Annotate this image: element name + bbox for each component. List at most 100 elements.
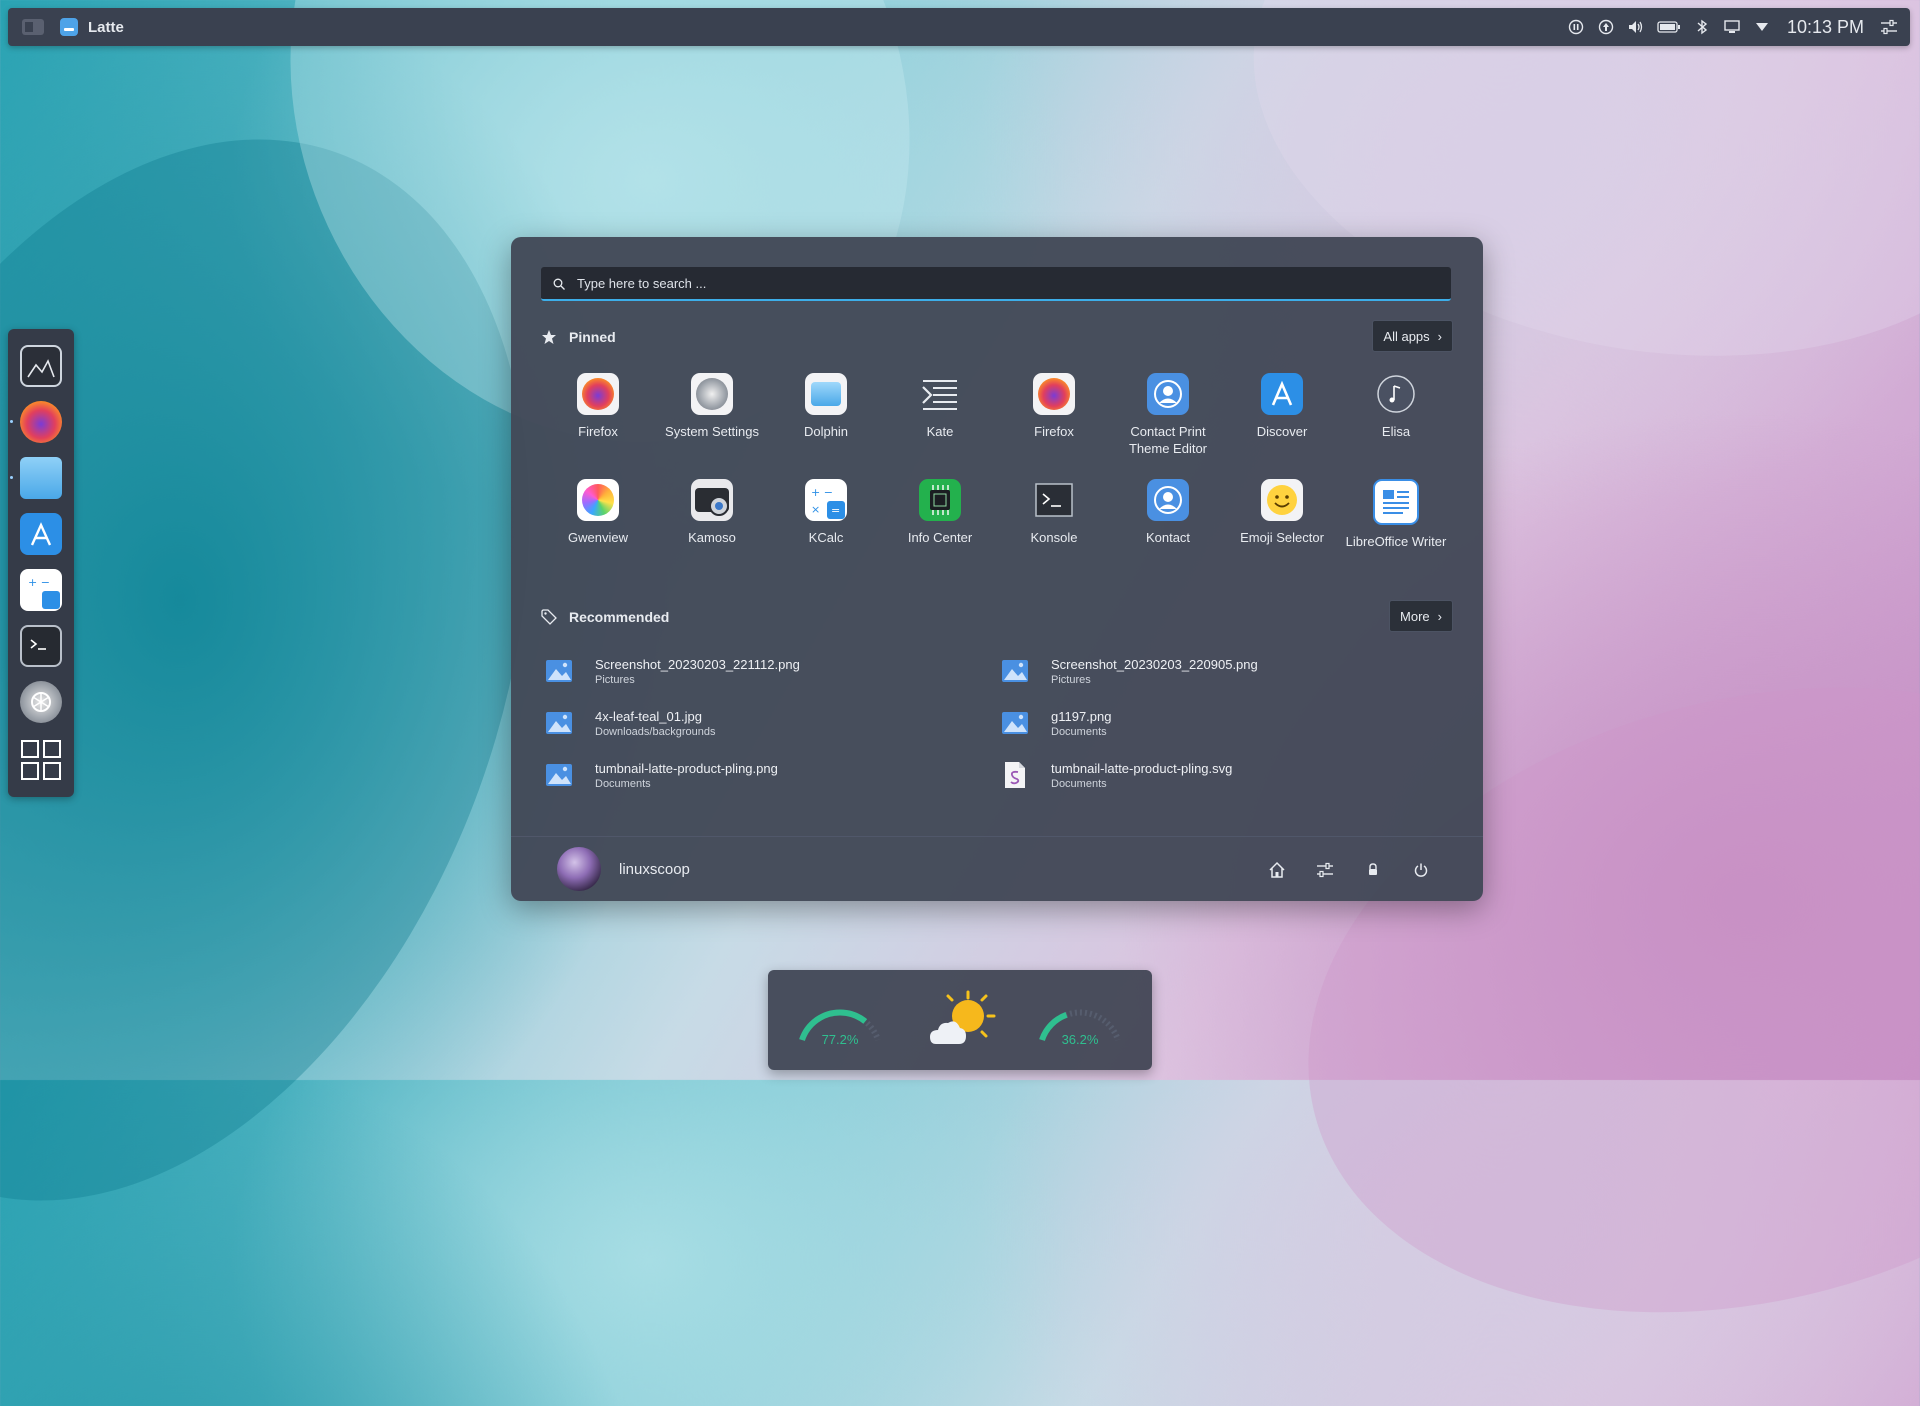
pinned-app-firefox[interactable]: Firefox <box>541 373 655 440</box>
app-label: System Settings <box>665 424 759 439</box>
pinned-app-libreoffice-writer[interactable]: LibreOffice Writer <box>1339 479 1453 550</box>
pinned-app-discover[interactable]: Discover <box>1225 373 1339 440</box>
ram-value: 36.2% <box>1061 1032 1099 1047</box>
pinned-app-emoji-selector[interactable]: Emoji Selector <box>1225 479 1339 546</box>
dock-konsole-icon[interactable] <box>20 625 62 667</box>
dock-firefox-icon[interactable] <box>20 401 62 443</box>
pinned-app-dolphin[interactable]: Dolphin <box>769 373 883 440</box>
chip-icon <box>919 479 961 521</box>
all-apps-label: All apps <box>1383 328 1430 344</box>
network-icon[interactable] <box>1753 18 1771 36</box>
volume-icon[interactable] <box>1627 18 1645 36</box>
app-label: Elisa <box>1381 424 1411 439</box>
settings-sliders-icon[interactable] <box>1880 18 1898 36</box>
app-label: Kamoso <box>688 530 736 545</box>
home-icon[interactable] <box>1266 859 1288 881</box>
photos-icon <box>577 479 619 521</box>
dock-dolphin-icon[interactable] <box>20 457 62 499</box>
clock[interactable]: 10:13 PM <box>1787 17 1864 38</box>
ram-gauge[interactable]: 36.2% <box>1032 988 1128 1058</box>
file-location: Pictures <box>595 673 635 686</box>
search-input[interactable] <box>575 274 1439 292</box>
app-label: Emoji Selector <box>1240 530 1324 545</box>
recent-file-item[interactable]: 4x-leaf-teal_01.jpg Downloads/background… <box>541 701 981 745</box>
latte-dock: + − <box>8 329 74 797</box>
app-label: Konsole <box>1030 530 1078 545</box>
pause-icon[interactable] <box>1567 18 1585 36</box>
app-launcher: Pinned All apps › Firefox System Setting… <box>511 237 1483 901</box>
pinned-app-system-settings[interactable]: System Settings <box>655 373 769 440</box>
pinned-app-elisa[interactable]: Elisa <box>1339 373 1453 440</box>
power-icon[interactable] <box>1410 859 1432 881</box>
app-label: KCalc <box>808 530 844 545</box>
writer-icon <box>1373 479 1419 525</box>
battery-icon[interactable] <box>1657 18 1681 36</box>
app-label: Kontact <box>1145 530 1191 545</box>
pinned-app-kontact[interactable]: Kontact <box>1111 479 1225 546</box>
store-icon <box>1261 373 1303 415</box>
pinned-app-kcalc[interactable]: + − × = KCalc <box>769 479 883 546</box>
file-location: Documents <box>1051 777 1107 790</box>
file-location: Pictures <box>1051 673 1091 686</box>
music-icon <box>1375 373 1417 415</box>
display-icon[interactable] <box>1723 18 1741 36</box>
firefox-icon <box>1033 373 1075 415</box>
pinned-app-konsole[interactable]: Konsole <box>997 479 1111 546</box>
app-label: Firefox <box>1034 424 1074 439</box>
dock-system-settings-icon[interactable] <box>20 681 62 723</box>
weather-icon[interactable] <box>926 988 996 1052</box>
app-label: Firefox <box>578 424 618 439</box>
pinned-app-contact-print-theme-editor[interactable]: Contact Print Theme Editor <box>1111 373 1225 457</box>
dock-running-indicator <box>10 476 13 479</box>
app-label: Discover <box>1256 424 1308 439</box>
more-label: More <box>1400 608 1430 624</box>
cpu-gauge[interactable]: 77.2% <box>792 988 888 1058</box>
file-location: Documents <box>1051 725 1107 738</box>
dock-running-indicator <box>10 420 13 423</box>
file-name: Screenshot_20230203_220905.png <box>1051 656 1258 672</box>
window-list-icon[interactable] <box>22 19 44 35</box>
pinned-app-kate[interactable]: Kate <box>883 373 997 440</box>
kate-icon <box>919 373 961 415</box>
more-button[interactable]: More › <box>1389 600 1453 632</box>
image-file-icon <box>1001 709 1029 737</box>
image-file-icon <box>545 657 573 685</box>
file-name: g1197.png <box>1051 708 1112 724</box>
file-name: tumbnail-latte-product-pling.png <box>595 760 778 776</box>
recent-file-item[interactable]: tumbnail-latte-product-pling.png Documen… <box>541 753 981 797</box>
settings-sliders-icon[interactable] <box>1314 859 1336 881</box>
settings-icon <box>691 373 733 415</box>
app-label: Contact Print Theme Editor <box>1128 424 1208 456</box>
recent-file-item[interactable]: Screenshot_20230203_220905.png Pictures <box>997 649 1437 693</box>
lock-icon[interactable] <box>1362 859 1384 881</box>
recent-file-item[interactable]: Screenshot_20230203_221112.png Pictures <box>541 649 981 693</box>
pinned-app-kamoso[interactable]: Kamoso <box>655 479 769 546</box>
star-icon <box>541 329 557 345</box>
pinned-app-info-center[interactable]: Info Center <box>883 479 997 546</box>
dock-discover-icon[interactable] <box>20 513 62 555</box>
file-name: Screenshot_20230203_221112.png <box>595 656 800 672</box>
recent-file-item[interactable]: tumbnail-latte-product-pling.svg Documen… <box>997 753 1437 797</box>
recommended-header: Recommended <box>541 609 669 625</box>
dock-kcalc-icon[interactable]: + − <box>20 569 62 611</box>
avatar[interactable] <box>557 847 601 891</box>
chevron-right-icon: › <box>1437 608 1442 624</box>
all-apps-button[interactable]: All apps › <box>1372 320 1453 352</box>
image-file-icon <box>545 709 573 737</box>
file-location: Documents <box>595 777 651 790</box>
launcher-footer: linuxscoop <box>511 836 1483 901</box>
pinned-app-firefox-2[interactable]: Firefox <box>997 373 1111 440</box>
active-app-title: Latte <box>88 18 124 36</box>
chevron-right-icon: › <box>1437 328 1442 344</box>
bluetooth-icon[interactable] <box>1693 18 1711 36</box>
recent-file-item[interactable]: g1197.png Documents <box>997 701 1437 745</box>
updates-icon[interactable] <box>1597 18 1615 36</box>
dock-app-grid-icon[interactable] <box>20 739 62 781</box>
emoji-icon <box>1261 479 1303 521</box>
app-label: LibreOffice Writer <box>1345 534 1447 549</box>
pinned-app-gwenview[interactable]: Gwenview <box>541 479 655 546</box>
contact-icon <box>1147 373 1189 415</box>
search-box[interactable] <box>541 267 1451 301</box>
dock-show-desktop[interactable] <box>20 345 62 387</box>
svg-file-icon <box>1001 761 1029 789</box>
